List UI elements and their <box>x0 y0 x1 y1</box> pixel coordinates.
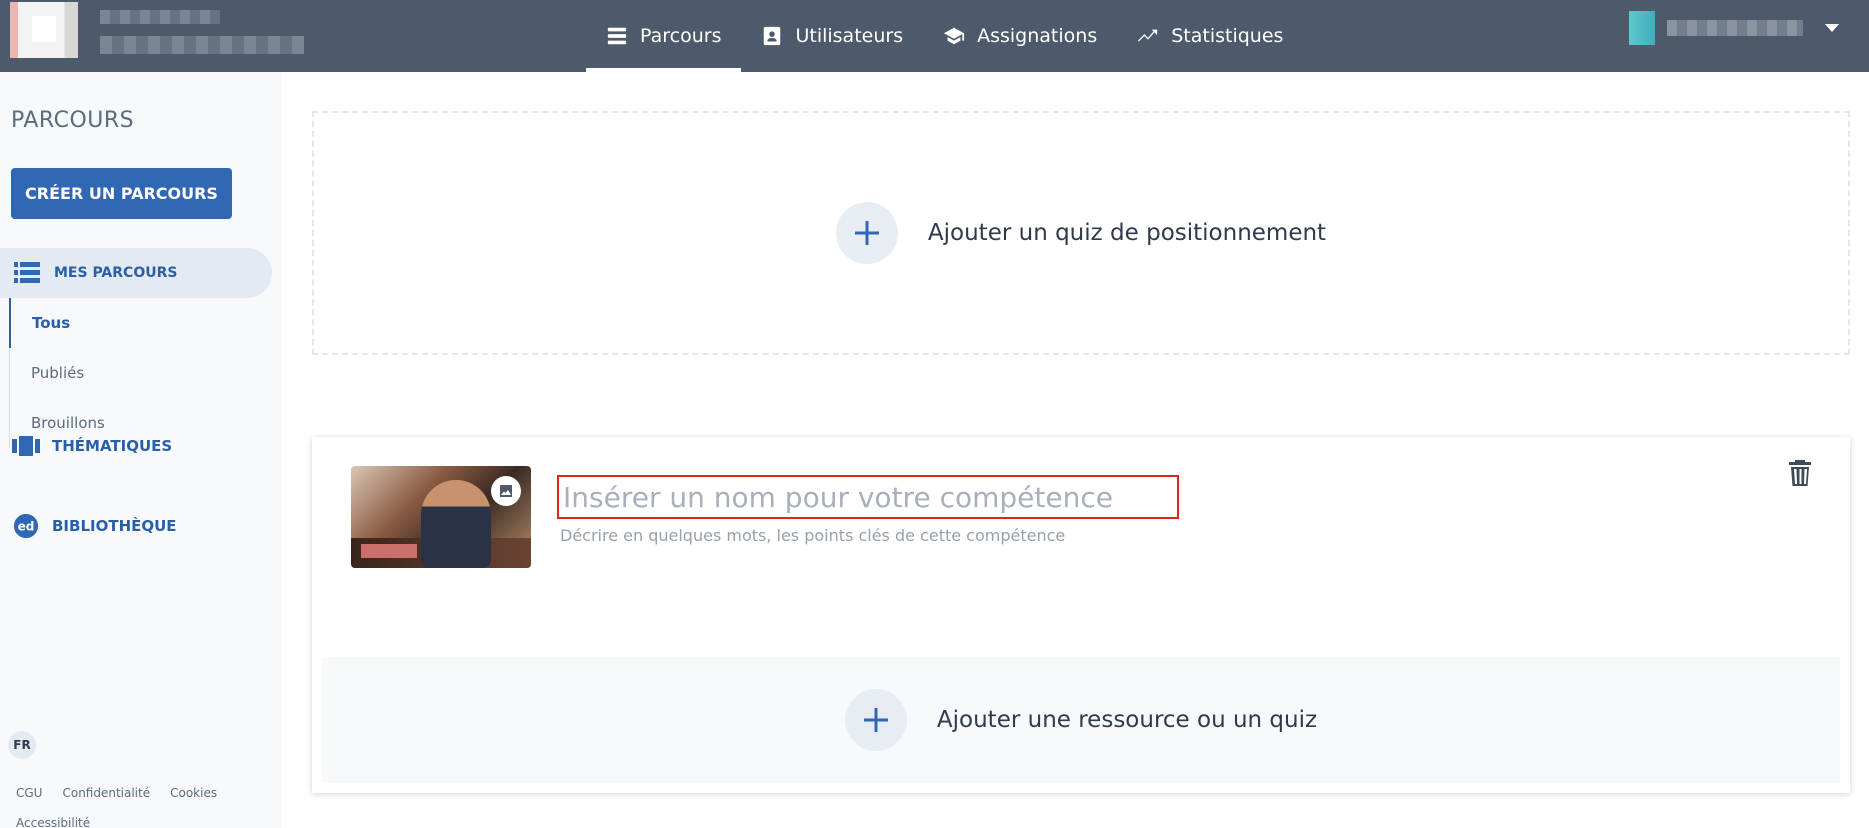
top-bar: Parcours Utilisateurs Assignations Stati… <box>0 0 1869 72</box>
change-image-button[interactable] <box>491 476 521 506</box>
filter-item-publies[interactable]: Publiés <box>10 348 249 398</box>
filter-item-tous[interactable]: Tous <box>9 298 249 348</box>
graduation-cap-icon <box>944 27 965 45</box>
footer-link-cookies[interactable]: Cookies <box>170 786 217 800</box>
avatar <box>1629 11 1655 45</box>
svg-text:ed: ed <box>18 520 35 534</box>
organization-subtitle-redacted <box>100 36 304 54</box>
user-menu[interactable] <box>1629 8 1839 48</box>
nav-item-label: Assignations <box>977 25 1098 47</box>
sidebar: PARCOURS CRÉER UN PARCOURS MES PARCOURS … <box>0 72 282 828</box>
competence-thumbnail[interactable] <box>351 466 531 568</box>
create-parcours-button[interactable]: CRÉER UN PARCOURS <box>11 168 232 219</box>
sidebar-item-label: BIBLIOTHÈQUE <box>52 517 177 535</box>
main-nav: Parcours Utilisateurs Assignations Stati… <box>586 0 1303 72</box>
add-positioning-quiz-zone[interactable]: Ajouter un quiz de positionnement <box>312 111 1850 355</box>
chevron-down-icon[interactable] <box>1825 24 1839 32</box>
organization-logo[interactable] <box>10 2 78 58</box>
add-resource-zone[interactable]: Ajouter une ressource ou un quiz <box>322 657 1840 783</box>
competence-card: Ajouter une ressource ou un quiz <box>312 437 1850 793</box>
footer-link-cgu[interactable]: CGU <box>16 786 42 800</box>
contact-card-icon <box>764 26 781 46</box>
list-icon <box>607 27 627 45</box>
footer-links: CGU Confidentialité Cookies <box>16 786 217 800</box>
columns-icon <box>12 436 40 456</box>
user-name-redacted <box>1667 20 1803 36</box>
image-icon <box>500 485 512 497</box>
trending-line-icon <box>1138 29 1158 42</box>
language-selector[interactable]: FR <box>8 731 36 759</box>
nav-item-utilisateurs[interactable]: Utilisateurs <box>741 0 923 72</box>
trash-icon <box>1789 460 1811 486</box>
add-quiz-label: Ajouter un quiz de positionnement <box>927 220 1327 246</box>
nav-item-assignations[interactable]: Assignations <box>923 0 1117 72</box>
nav-item-parcours[interactable]: Parcours <box>586 0 742 72</box>
competence-description-input[interactable] <box>560 522 1360 548</box>
add-resource-label: Ajouter une ressource ou un quiz <box>936 707 1318 733</box>
sidebar-title: PARCOURS <box>11 108 135 133</box>
sidebar-item-label: THÉMATIQUES <box>52 437 173 455</box>
sidebar-item-bibliotheque[interactable]: ed BIBLIOTHÈQUE <box>12 513 177 539</box>
parcours-filter-list: Tous Publiés Brouillons <box>9 298 249 448</box>
organization-name-redacted <box>100 10 220 24</box>
sidebar-item-label: MES PARCOURS <box>54 265 178 281</box>
delete-competence-button[interactable] <box>1788 459 1812 487</box>
add-resource-button[interactable] <box>844 689 907 751</box>
nav-item-label: Statistiques <box>1171 25 1284 47</box>
footer-link-confidentialite[interactable]: Confidentialité <box>62 786 150 800</box>
plus-icon <box>854 221 879 245</box>
plus-icon <box>863 708 888 732</box>
nav-item-label: Parcours <box>640 25 722 47</box>
competence-name-input[interactable] <box>557 475 1179 519</box>
sidebar-item-mes-parcours[interactable]: MES PARCOURS <box>0 248 272 298</box>
nav-item-label: Utilisateurs <box>795 25 904 47</box>
sidebar-item-thematiques[interactable]: THÉMATIQUES <box>12 433 172 459</box>
footer-link-accessibilite[interactable]: Accessibilité <box>16 816 90 828</box>
ed-logo-icon: ed <box>13 513 39 539</box>
list-icon <box>14 262 40 283</box>
nav-item-statistiques[interactable]: Statistiques <box>1117 0 1303 72</box>
add-quiz-button[interactable] <box>835 202 898 264</box>
